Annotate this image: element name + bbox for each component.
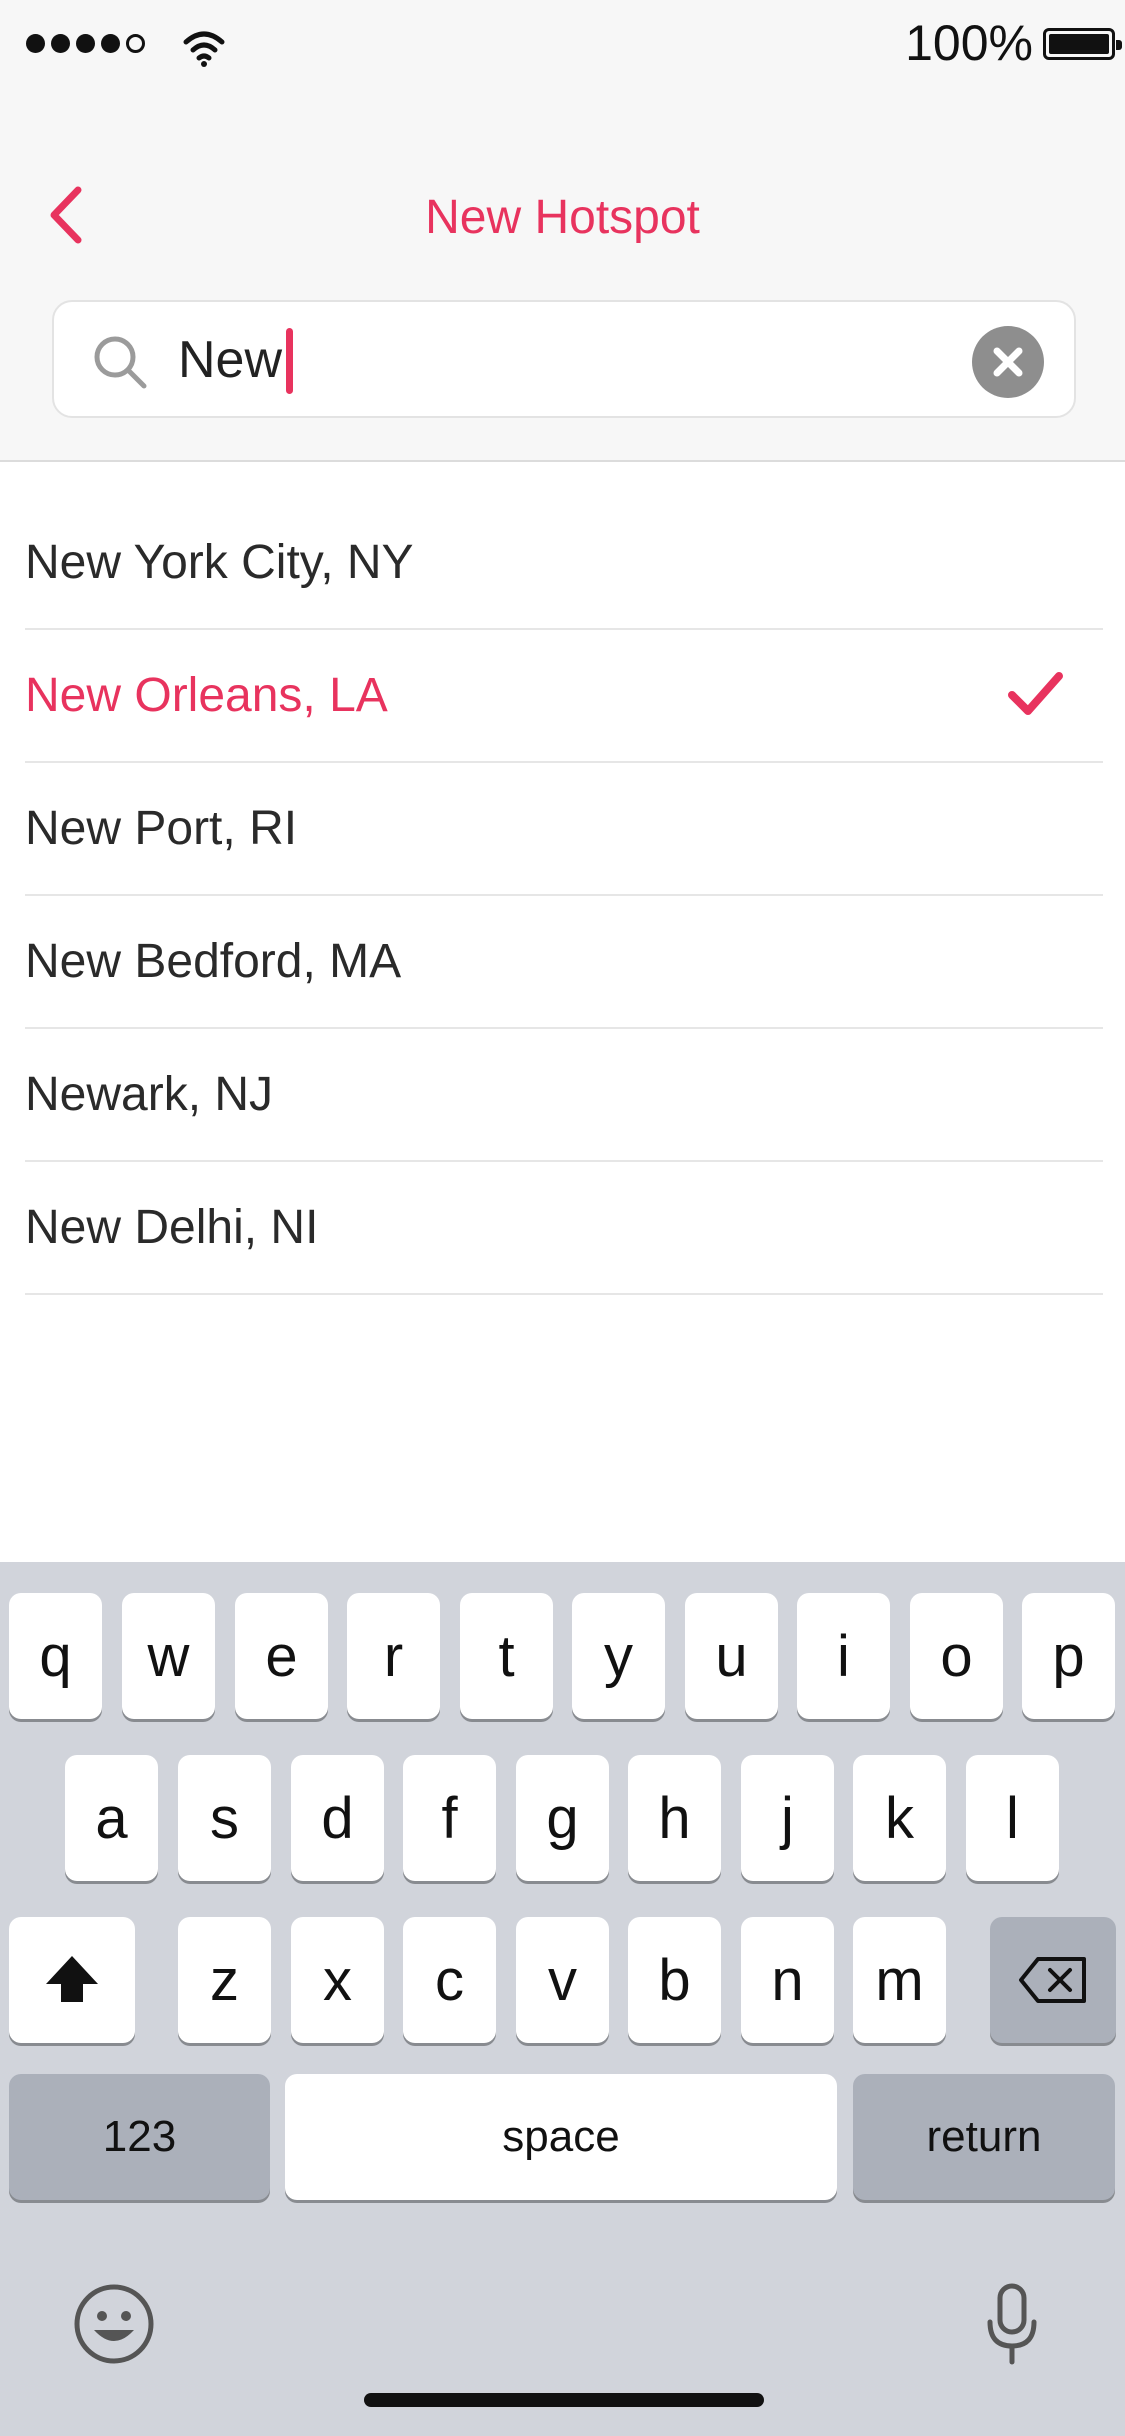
numbers-key[interactable]: 123 xyxy=(9,2074,270,2200)
shift-arrow-icon xyxy=(46,1956,98,2002)
search-input[interactable]: New xyxy=(52,300,1076,418)
list-item[interactable]: New Port, RI xyxy=(25,763,1103,896)
signal-strength-icon xyxy=(26,34,145,53)
list-item-selected[interactable]: New Orleans, LA xyxy=(25,630,1103,763)
key-d[interactable]: d xyxy=(291,1755,384,1881)
status-bar: 100% xyxy=(0,0,1125,90)
key-g[interactable]: g xyxy=(516,1755,609,1881)
key-i[interactable]: i xyxy=(797,1593,890,1719)
key-x[interactable]: x xyxy=(291,1917,384,2043)
key-t[interactable]: t xyxy=(460,1593,553,1719)
search-icon xyxy=(94,336,147,389)
key-e[interactable]: e xyxy=(235,1593,328,1719)
shift-key[interactable] xyxy=(9,1917,135,2043)
wifi-icon xyxy=(183,31,225,67)
key-p[interactable]: p xyxy=(1022,1593,1115,1719)
key-r[interactable]: r xyxy=(347,1593,440,1719)
key-k[interactable]: k xyxy=(853,1755,946,1881)
list-item-label: New Port, RI xyxy=(25,802,298,855)
list-item-label: New Bedford, MA xyxy=(25,935,402,988)
delete-key[interactable] xyxy=(990,1917,1116,2043)
battery-icon xyxy=(1043,28,1122,60)
key-s[interactable]: s xyxy=(178,1755,271,1881)
list-item[interactable]: New Delhi, NI xyxy=(25,1162,1103,1295)
key-m[interactable]: m xyxy=(853,1917,946,2043)
key-n[interactable]: n xyxy=(741,1917,834,2043)
search-query: New xyxy=(178,331,283,389)
checkmark-icon xyxy=(1008,672,1063,715)
backspace-icon xyxy=(1019,1957,1086,2003)
key-y[interactable]: y xyxy=(572,1593,665,1719)
key-l[interactable]: l xyxy=(966,1755,1059,1881)
text-cursor xyxy=(286,328,293,394)
list-item-label: Newark, NJ xyxy=(25,1068,274,1121)
key-v[interactable]: v xyxy=(516,1917,609,2043)
smiley-icon[interactable] xyxy=(72,2282,156,2366)
key-c[interactable]: c xyxy=(403,1917,496,2043)
close-icon xyxy=(993,347,1023,377)
key-o[interactable]: o xyxy=(910,1593,1003,1719)
home-indicator[interactable] xyxy=(364,2393,764,2407)
key-f[interactable]: f xyxy=(403,1755,496,1881)
results-list: New York City, NY New Orleans, LA New Po… xyxy=(0,497,1125,1295)
return-key[interactable]: return xyxy=(853,2074,1115,2200)
clear-search-button[interactable] xyxy=(972,326,1044,398)
microphone-icon[interactable] xyxy=(984,2282,1040,2366)
list-item-label: New York City, NY xyxy=(25,536,414,589)
key-w[interactable]: w xyxy=(122,1593,215,1719)
list-item[interactable]: New Bedford, MA xyxy=(25,896,1103,1029)
key-u[interactable]: u xyxy=(685,1593,778,1719)
battery-percentage: 100% xyxy=(905,15,1033,71)
key-h[interactable]: h xyxy=(628,1755,721,1881)
key-b[interactable]: b xyxy=(628,1917,721,2043)
key-q[interactable]: q xyxy=(9,1593,102,1719)
key-j[interactable]: j xyxy=(741,1755,834,1881)
page-title: New Hotspot xyxy=(425,191,700,244)
space-key[interactable]: space xyxy=(285,2074,837,2200)
key-z[interactable]: z xyxy=(178,1917,271,2043)
list-item-label: New Orleans, LA xyxy=(25,669,388,722)
list-item-label: New Delhi, NI xyxy=(25,1201,319,1254)
key-a[interactable]: a xyxy=(65,1755,158,1881)
list-item[interactable]: Newark, NJ xyxy=(25,1029,1103,1162)
list-item[interactable]: New York City, NY xyxy=(25,497,1103,630)
